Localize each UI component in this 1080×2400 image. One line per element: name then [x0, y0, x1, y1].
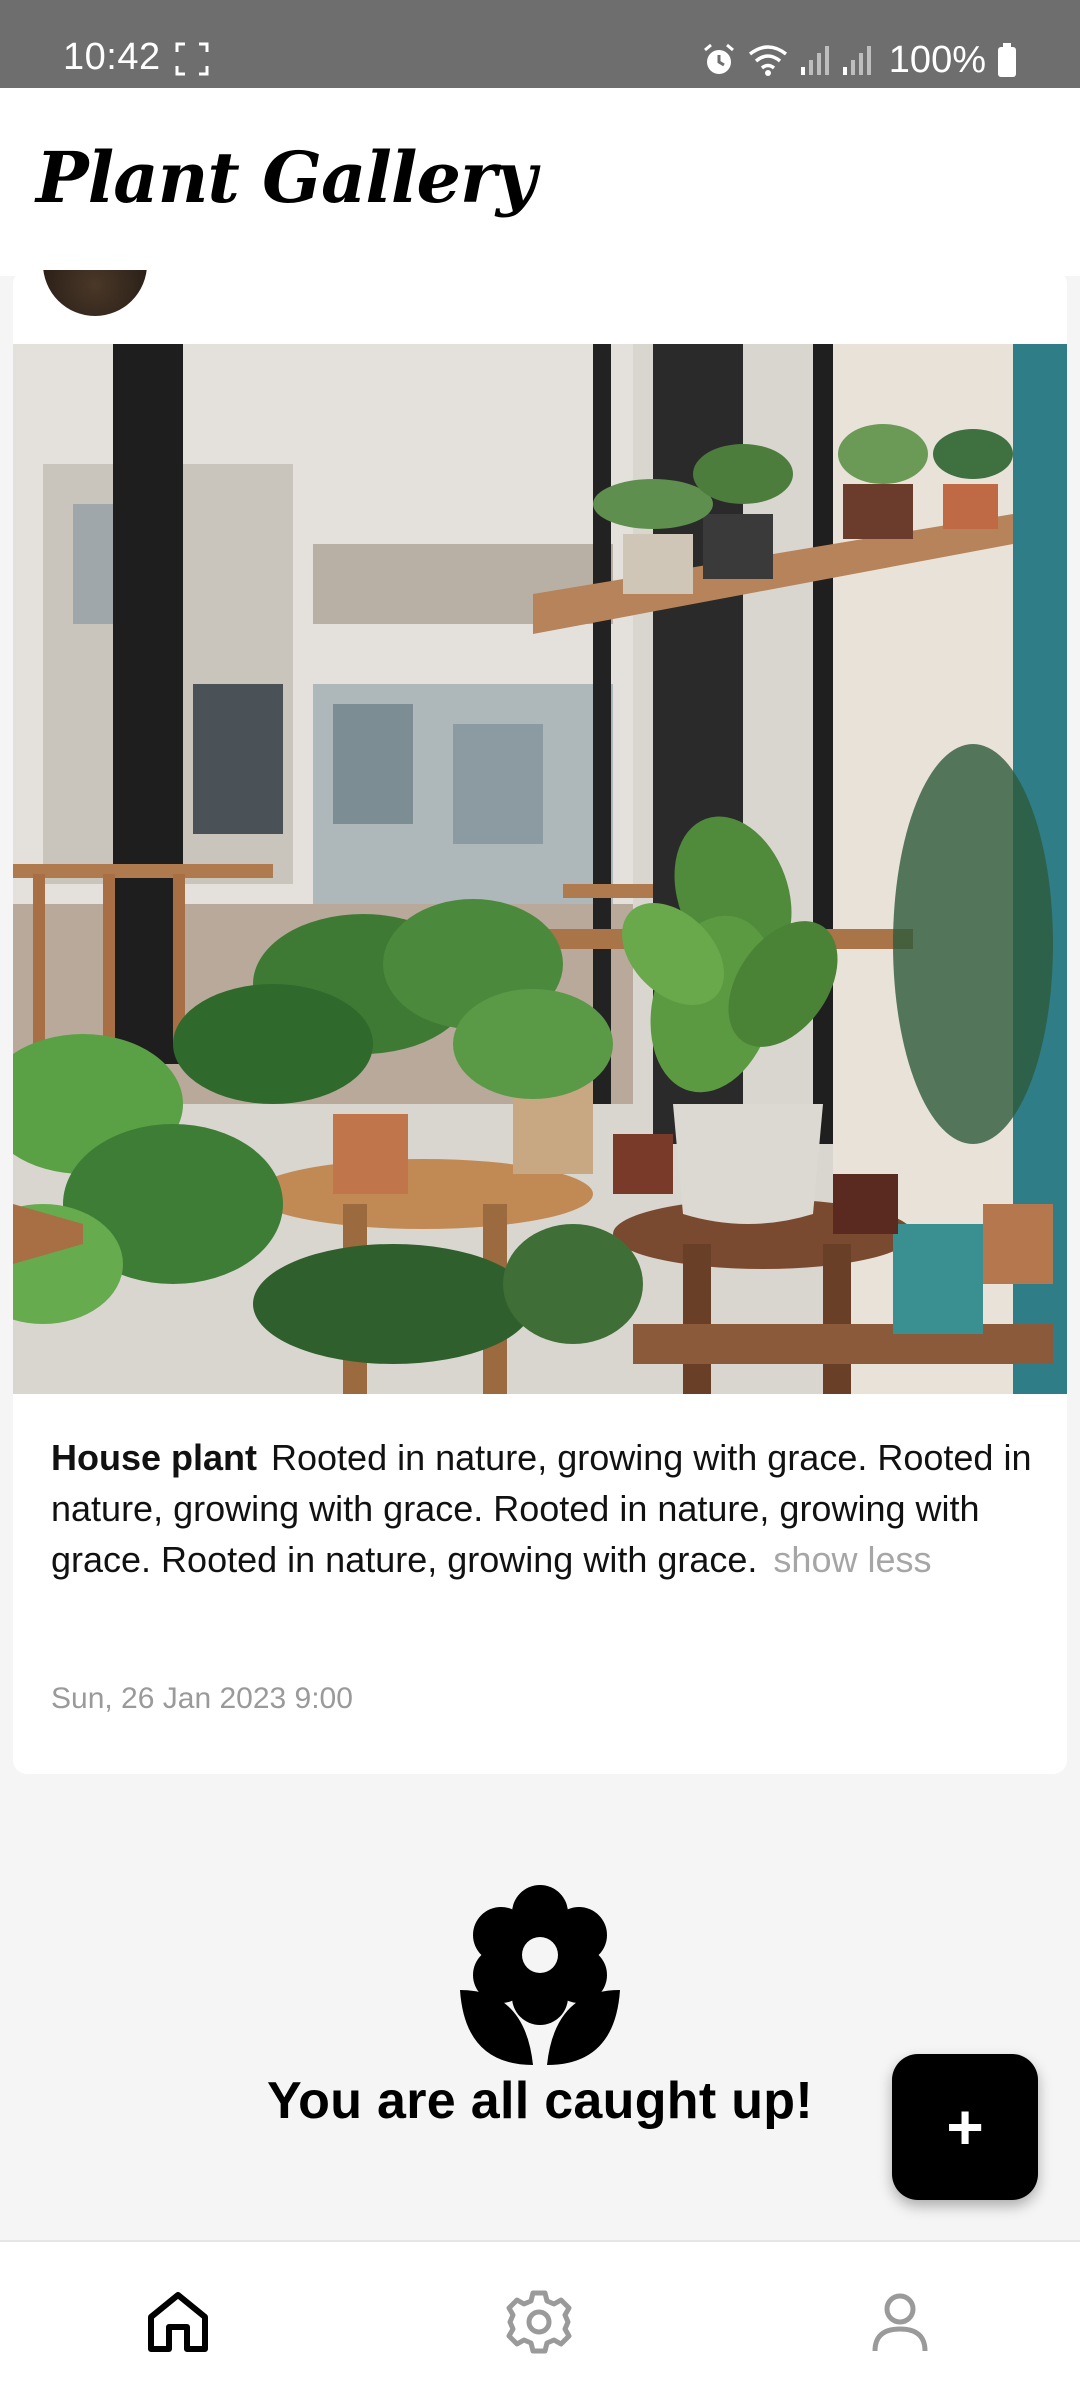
post-body-period: . — [747, 1539, 758, 1580]
signal-icon — [800, 46, 829, 75]
post-card[interactable]: House plant Rooted in nature, growing wit… — [13, 270, 1067, 1774]
home-icon — [148, 2292, 208, 2352]
post-title: House plant — [51, 1437, 258, 1478]
bottom-navigation — [0, 2240, 1080, 2400]
app-title: Plant Gallery — [36, 136, 537, 219]
post-timestamp: Sun, 26 Jan 2023 9:00 — [51, 1682, 353, 1715]
battery-icon — [998, 43, 1016, 77]
post-caption: House plant Rooted in nature, growing wit… — [51, 1432, 1041, 1585]
status-icons: 100% — [701, 36, 1018, 84]
screenshot-icon — [175, 42, 209, 76]
avatar[interactable] — [43, 270, 147, 316]
signal-icon — [842, 46, 871, 75]
show-less-link[interactable]: show less — [773, 1539, 931, 1580]
app-header: Plant Gallery — [0, 88, 1080, 276]
status-time: 10:42 — [63, 36, 161, 78]
plus-icon: + — [946, 2091, 984, 2163]
profile-icon — [872, 2293, 928, 2352]
nav-settings-tab[interactable] — [499, 2282, 579, 2362]
status-bar: 10:42 100% — [0, 0, 1080, 88]
flower-icon — [460, 1885, 620, 2065]
settings-icon — [506, 2290, 572, 2354]
alarm-icon — [703, 43, 734, 74]
battery-percent: 100% — [888, 38, 986, 81]
wifi-icon — [748, 45, 787, 76]
add-post-button[interactable]: + — [892, 2054, 1038, 2200]
post-image[interactable] — [13, 344, 1067, 1394]
nav-home-tab[interactable] — [138, 2282, 218, 2362]
nav-profile-tab[interactable] — [860, 2282, 940, 2362]
